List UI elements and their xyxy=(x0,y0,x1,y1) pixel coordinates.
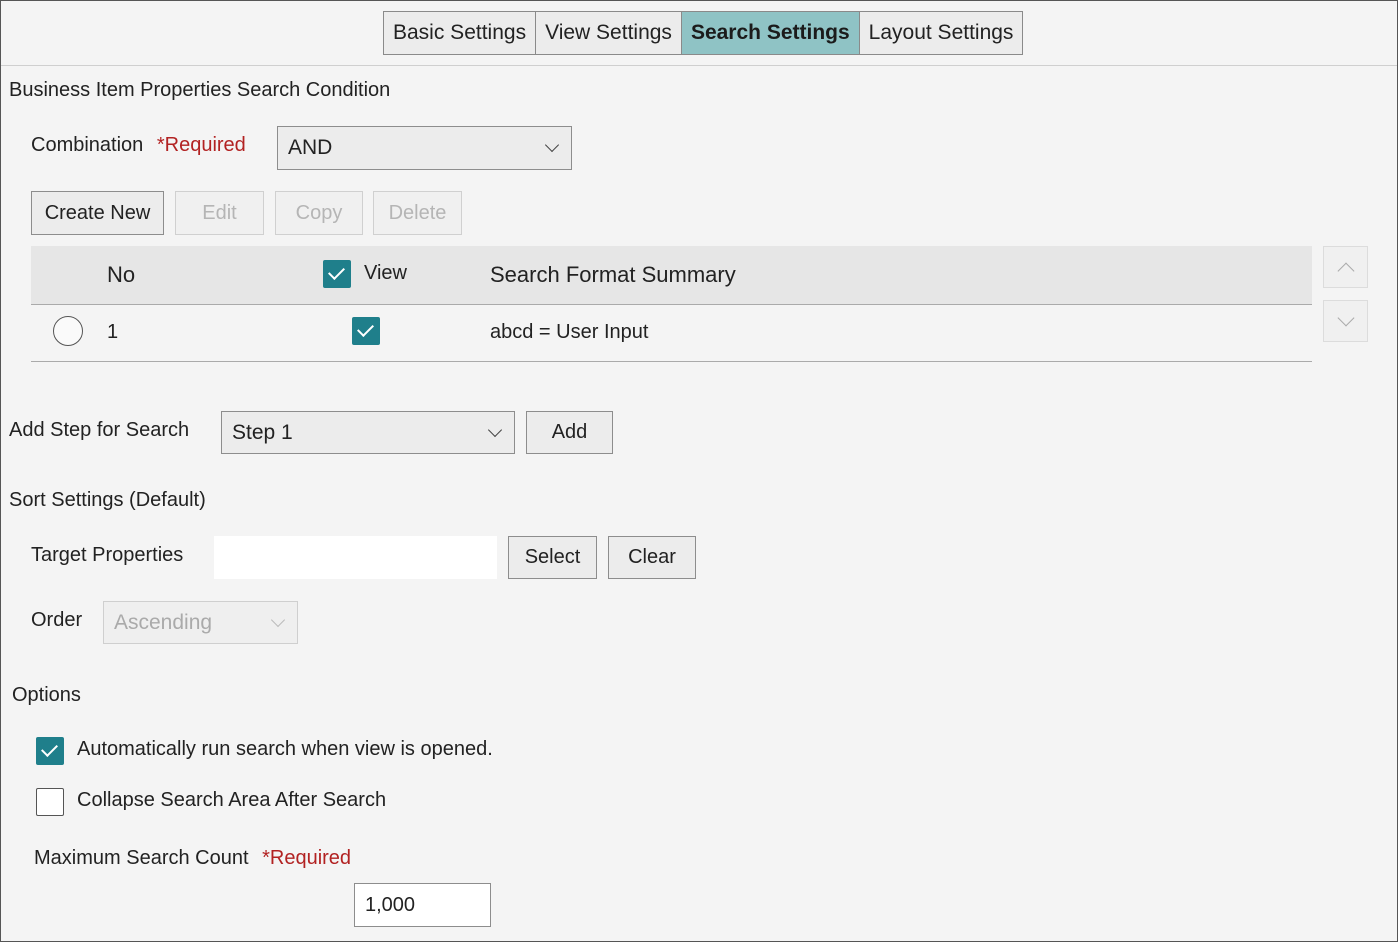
create-new-button[interactable]: Create New xyxy=(31,191,164,235)
tab-view-settings[interactable]: View Settings xyxy=(536,12,682,54)
edit-button[interactable]: Edit xyxy=(175,191,264,235)
options-title: Options xyxy=(12,684,81,706)
select-button[interactable]: Select xyxy=(508,536,597,579)
auto-run-label: Automatically run search when view is op… xyxy=(77,738,493,760)
chevron-up-icon xyxy=(1337,262,1355,280)
settings-tabs: Basic Settings View Settings Search Sett… xyxy=(383,11,1024,55)
max-search-count-text: Maximum Search Count xyxy=(34,847,249,869)
target-properties-label: Target Properties xyxy=(31,544,184,566)
sort-settings-title: Sort Settings (Default) xyxy=(9,489,206,511)
add-step-label: Add Step for Search xyxy=(9,419,190,441)
required-marker: *Required xyxy=(262,847,352,869)
copy-button[interactable]: Copy xyxy=(275,191,363,235)
step-value: Step 1 xyxy=(232,420,293,444)
row-select-radio[interactable] xyxy=(53,316,83,346)
view-all-checkbox[interactable] xyxy=(323,260,351,288)
column-header-summary: Search Format Summary xyxy=(490,262,736,287)
delete-button[interactable]: Delete xyxy=(373,191,462,235)
combination-label: Combination *Required xyxy=(31,134,246,157)
chevron-down-icon xyxy=(1337,309,1355,327)
column-header-view: View xyxy=(364,262,407,284)
chevron-down-icon xyxy=(487,422,503,437)
order-label: Order xyxy=(31,609,83,631)
target-properties-input[interactable] xyxy=(214,536,497,579)
settings-panel: Basic Settings View Settings Search Sett… xyxy=(0,0,1398,942)
collapse-search-label: Collapse Search Area After Search xyxy=(77,789,387,811)
collapse-search-checkbox[interactable] xyxy=(36,788,64,816)
chevron-down-icon xyxy=(270,612,286,627)
search-condition-table-header: No View Search Format Summary xyxy=(31,246,1312,305)
step-select[interactable]: Step 1 xyxy=(221,411,515,454)
add-step-button[interactable]: Add xyxy=(526,411,613,454)
chevron-down-icon xyxy=(544,137,560,153)
tab-layout-settings[interactable]: Layout Settings xyxy=(859,12,1023,54)
search-condition-title: Business Item Properties Search Conditio… xyxy=(9,79,391,101)
auto-run-checkbox[interactable] xyxy=(36,737,64,765)
tab-basic-settings[interactable]: Basic Settings xyxy=(384,12,537,54)
row-view-checkbox[interactable] xyxy=(352,317,380,345)
row-summary: abcd = User Input xyxy=(490,321,649,343)
clear-button[interactable]: Clear xyxy=(608,536,696,579)
required-marker: *Required xyxy=(156,134,246,156)
tab-divider xyxy=(1,65,1397,66)
row-number: 1 xyxy=(107,321,119,343)
max-search-count-label: Maximum Search Count *Required xyxy=(34,847,351,870)
move-down-button[interactable] xyxy=(1323,300,1368,342)
max-search-count-input[interactable] xyxy=(354,883,491,927)
column-header-no: No xyxy=(107,262,136,287)
move-up-button[interactable] xyxy=(1323,246,1368,288)
order-select[interactable]: Ascending xyxy=(103,601,298,644)
combination-select[interactable]: AND xyxy=(277,126,572,170)
table-row[interactable]: 1 abcd = User Input xyxy=(31,304,1312,362)
tab-search-settings[interactable]: Search Settings xyxy=(681,12,860,54)
combination-value: AND xyxy=(288,136,333,159)
order-value: Ascending xyxy=(114,610,213,634)
combination-label-text: Combination xyxy=(31,134,144,156)
